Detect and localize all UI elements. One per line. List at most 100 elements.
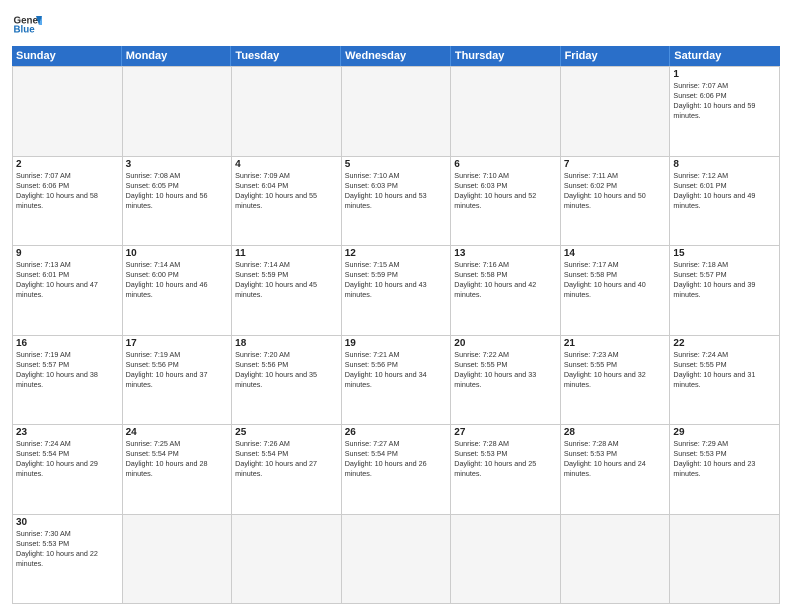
day-info: Sunrise: 7:12 AMSunset: 6:01 PMDaylight:… [673,171,776,211]
day-number: 30 [16,517,119,528]
day-info: Sunrise: 7:20 AMSunset: 5:56 PMDaylight:… [235,350,338,390]
day-number: 13 [454,248,557,259]
day-info: Sunrise: 7:14 AMSunset: 5:59 PMDaylight:… [235,260,338,300]
calendar-cell [123,67,233,157]
calendar-cell: 15 Sunrise: 7:18 AMSunset: 5:57 PMDaylig… [670,246,780,336]
calendar-cell: 3 Sunrise: 7:08 AMSunset: 6:05 PMDayligh… [123,157,233,247]
day-number: 20 [454,338,557,349]
day-number: 3 [126,159,229,170]
calendar-cell: 13 Sunrise: 7:16 AMSunset: 5:58 PMDaylig… [451,246,561,336]
calendar-cell: 7 Sunrise: 7:11 AMSunset: 6:02 PMDayligh… [561,157,671,247]
header: General Blue [12,10,780,40]
day-info: Sunrise: 7:10 AMSunset: 6:03 PMDaylight:… [345,171,448,211]
day-info: Sunrise: 7:19 AMSunset: 5:56 PMDaylight:… [126,350,229,390]
calendar-cell [561,515,671,605]
calendar-cell: 12 Sunrise: 7:15 AMSunset: 5:59 PMDaylig… [342,246,452,336]
day-number: 5 [345,159,448,170]
day-number: 9 [16,248,119,259]
day-info: Sunrise: 7:16 AMSunset: 5:58 PMDaylight:… [454,260,557,300]
weekday-header: Friday [561,46,671,66]
logo-icon: General Blue [12,10,42,40]
calendar-cell [451,67,561,157]
weekday-header: Wednesday [341,46,451,66]
day-number: 18 [235,338,338,349]
day-number: 6 [454,159,557,170]
day-number: 22 [673,338,776,349]
day-number: 2 [16,159,119,170]
day-number: 19 [345,338,448,349]
calendar-cell [342,67,452,157]
calendar: SundayMondayTuesdayWednesdayThursdayFrid… [12,46,780,604]
day-info: Sunrise: 7:23 AMSunset: 5:55 PMDaylight:… [564,350,667,390]
calendar-cell: 24 Sunrise: 7:25 AMSunset: 5:54 PMDaylig… [123,425,233,515]
day-info: Sunrise: 7:19 AMSunset: 5:57 PMDaylight:… [16,350,119,390]
calendar-cell: 20 Sunrise: 7:22 AMSunset: 5:55 PMDaylig… [451,336,561,426]
weekday-header: Saturday [670,46,780,66]
calendar-cell: 5 Sunrise: 7:10 AMSunset: 6:03 PMDayligh… [342,157,452,247]
calendar-cell [123,515,233,605]
day-number: 29 [673,427,776,438]
day-info: Sunrise: 7:27 AMSunset: 5:54 PMDaylight:… [345,439,448,479]
calendar-cell: 9 Sunrise: 7:13 AMSunset: 6:01 PMDayligh… [13,246,123,336]
day-number: 21 [564,338,667,349]
day-number: 1 [673,69,776,80]
day-number: 27 [454,427,557,438]
day-info: Sunrise: 7:07 AMSunset: 6:06 PMDaylight:… [673,81,776,121]
day-info: Sunrise: 7:28 AMSunset: 5:53 PMDaylight:… [454,439,557,479]
calendar-cell: 22 Sunrise: 7:24 AMSunset: 5:55 PMDaylig… [670,336,780,426]
day-info: Sunrise: 7:07 AMSunset: 6:06 PMDaylight:… [16,171,119,211]
day-info: Sunrise: 7:10 AMSunset: 6:03 PMDaylight:… [454,171,557,211]
day-info: Sunrise: 7:14 AMSunset: 6:00 PMDaylight:… [126,260,229,300]
day-number: 24 [126,427,229,438]
calendar-cell: 10 Sunrise: 7:14 AMSunset: 6:00 PMDaylig… [123,246,233,336]
day-number: 28 [564,427,667,438]
day-number: 8 [673,159,776,170]
calendar-body: 1 Sunrise: 7:07 AMSunset: 6:06 PMDayligh… [12,66,780,604]
day-number: 16 [16,338,119,349]
weekday-header: Sunday [12,46,122,66]
calendar-cell: 4 Sunrise: 7:09 AMSunset: 6:04 PMDayligh… [232,157,342,247]
calendar-cell: 8 Sunrise: 7:12 AMSunset: 6:01 PMDayligh… [670,157,780,247]
day-info: Sunrise: 7:24 AMSunset: 5:55 PMDaylight:… [673,350,776,390]
calendar-cell: 26 Sunrise: 7:27 AMSunset: 5:54 PMDaylig… [342,425,452,515]
day-number: 7 [564,159,667,170]
day-number: 23 [16,427,119,438]
calendar-cell: 27 Sunrise: 7:28 AMSunset: 5:53 PMDaylig… [451,425,561,515]
page: General Blue SundayMondayTuesdayWednesda… [0,0,792,612]
svg-text:Blue: Blue [14,25,36,36]
day-number: 10 [126,248,229,259]
day-info: Sunrise: 7:13 AMSunset: 6:01 PMDaylight:… [16,260,119,300]
day-info: Sunrise: 7:08 AMSunset: 6:05 PMDaylight:… [126,171,229,211]
calendar-cell: 16 Sunrise: 7:19 AMSunset: 5:57 PMDaylig… [13,336,123,426]
day-info: Sunrise: 7:15 AMSunset: 5:59 PMDaylight:… [345,260,448,300]
day-number: 26 [345,427,448,438]
calendar-cell: 19 Sunrise: 7:21 AMSunset: 5:56 PMDaylig… [342,336,452,426]
day-info: Sunrise: 7:24 AMSunset: 5:54 PMDaylight:… [16,439,119,479]
calendar-cell: 18 Sunrise: 7:20 AMSunset: 5:56 PMDaylig… [232,336,342,426]
calendar-cell [670,515,780,605]
calendar-cell: 23 Sunrise: 7:24 AMSunset: 5:54 PMDaylig… [13,425,123,515]
calendar-cell [232,67,342,157]
day-info: Sunrise: 7:29 AMSunset: 5:53 PMDaylight:… [673,439,776,479]
calendar-cell: 30 Sunrise: 7:30 AMSunset: 5:53 PMDaylig… [13,515,123,605]
calendar-cell: 11 Sunrise: 7:14 AMSunset: 5:59 PMDaylig… [232,246,342,336]
calendar-cell: 28 Sunrise: 7:28 AMSunset: 5:53 PMDaylig… [561,425,671,515]
calendar-cell: 1 Sunrise: 7:07 AMSunset: 6:06 PMDayligh… [670,67,780,157]
calendar-cell [342,515,452,605]
calendar-cell: 17 Sunrise: 7:19 AMSunset: 5:56 PMDaylig… [123,336,233,426]
calendar-cell: 29 Sunrise: 7:29 AMSunset: 5:53 PMDaylig… [670,425,780,515]
weekday-header: Monday [122,46,232,66]
day-info: Sunrise: 7:28 AMSunset: 5:53 PMDaylight:… [564,439,667,479]
day-info: Sunrise: 7:11 AMSunset: 6:02 PMDaylight:… [564,171,667,211]
day-info: Sunrise: 7:17 AMSunset: 5:58 PMDaylight:… [564,260,667,300]
day-info: Sunrise: 7:25 AMSunset: 5:54 PMDaylight:… [126,439,229,479]
day-info: Sunrise: 7:18 AMSunset: 5:57 PMDaylight:… [673,260,776,300]
calendar-cell: 6 Sunrise: 7:10 AMSunset: 6:03 PMDayligh… [451,157,561,247]
calendar-cell [13,67,123,157]
day-info: Sunrise: 7:21 AMSunset: 5:56 PMDaylight:… [345,350,448,390]
day-info: Sunrise: 7:09 AMSunset: 6:04 PMDaylight:… [235,171,338,211]
logo-area: General Blue [12,10,42,40]
day-number: 11 [235,248,338,259]
calendar-header: SundayMondayTuesdayWednesdayThursdayFrid… [12,46,780,66]
calendar-cell [451,515,561,605]
